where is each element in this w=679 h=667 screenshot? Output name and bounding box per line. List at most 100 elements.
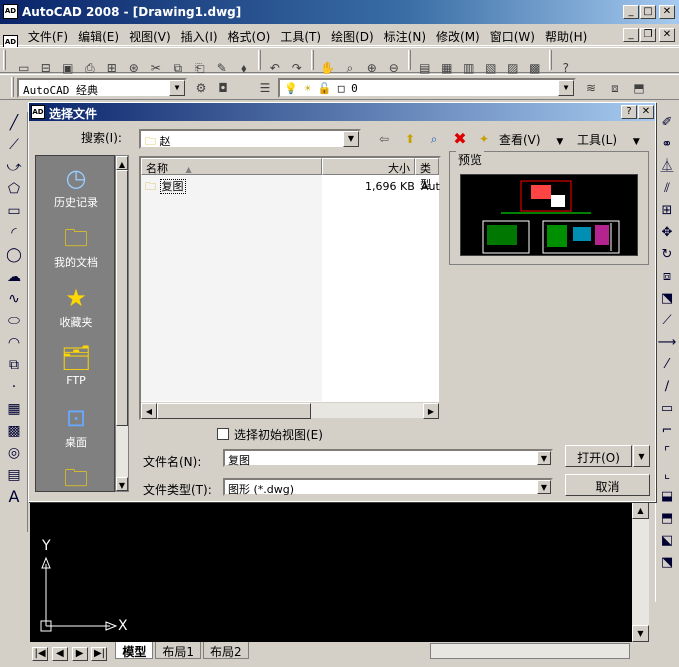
layer-select[interactable]: 💡 ☀ 🔓 □ 0 ▼	[278, 78, 576, 98]
circle-icon[interactable]: ◯	[3, 244, 25, 266]
menu-draw[interactable]: 绘图(D)	[326, 24, 379, 46]
place-desktop[interactable]: ⊡ 桌面	[36, 396, 114, 456]
menu-file[interactable]: 文件(F)	[23, 24, 73, 46]
move-icon[interactable]: ✥	[656, 222, 678, 244]
chevron-down-icon[interactable]: ▼	[537, 451, 551, 465]
canvas-vertical-scrollbar[interactable]: ▲ ▼	[632, 502, 649, 642]
scroll-right-button[interactable]: ▶	[423, 403, 439, 419]
file-list-hscrollbar[interactable]: ◀ ▶	[141, 402, 439, 419]
column-type-header[interactable]: 类型	[415, 158, 439, 191]
spline-icon[interactable]: ∿	[3, 288, 25, 310]
arc-icon[interactable]: ◜	[3, 222, 25, 244]
chevron-down-icon[interactable]: ▼	[343, 131, 359, 147]
filename-input[interactable]: 复图 ▼	[223, 449, 553, 467]
menu-tools[interactable]: 工具(T)	[275, 24, 326, 46]
up-folder-icon[interactable]: ⬆	[401, 130, 419, 148]
dialog-close-button[interactable]: ✕	[638, 105, 654, 119]
gradient-icon[interactable]: ▩	[3, 420, 25, 442]
multiline-text-icon[interactable]: A	[3, 486, 25, 508]
menu-modify[interactable]: 修改(M)	[431, 24, 485, 46]
line-icon[interactable]: ╱	[3, 112, 25, 134]
doc-restore-button[interactable]: ❐	[640, 28, 656, 42]
new-folder-icon[interactable]: ✦	[475, 130, 493, 148]
extend-icon[interactable]: ⟶	[656, 332, 678, 354]
ellipse-arc-icon[interactable]: ◠	[3, 332, 25, 354]
erase-icon[interactable]: ✐	[656, 112, 678, 134]
workspace-select[interactable]: AutoCAD 经典 ▼	[17, 78, 187, 98]
delete-icon[interactable]: ✖	[451, 130, 469, 148]
construction-line-icon[interactable]: ⟋	[3, 134, 25, 156]
polyline-icon[interactable]: ⤻	[3, 156, 25, 178]
place-my-documents[interactable]: 🗀 我的文档	[36, 216, 114, 276]
layer-states-icon[interactable]: ⬒	[630, 79, 648, 97]
rotate-icon[interactable]: ↻	[656, 244, 678, 266]
places-scrollbar[interactable]: ▲ ▼	[115, 155, 129, 492]
array-icon[interactable]: ⊞	[656, 200, 678, 222]
mirror-icon[interactable]: ⏅	[656, 156, 678, 178]
horizontal-scrollbar[interactable]	[430, 643, 630, 659]
layer-manager-icon[interactable]: ☰	[256, 79, 274, 97]
last-tab-button[interactable]: ▶|	[91, 647, 108, 661]
folder-select[interactable]: 🗀 赵 ▼	[139, 129, 361, 149]
place-ftp[interactable]: 🗂 FTP	[36, 336, 114, 396]
chevron-down-icon[interactable]: ▼	[558, 80, 574, 96]
offset-icon[interactable]: ⫽	[656, 178, 678, 200]
menu-window[interactable]: 窗口(W)	[485, 24, 540, 46]
menu-help[interactable]: 帮助(H)	[540, 24, 592, 46]
ellipse-icon[interactable]: ⬭	[3, 310, 25, 332]
make-current-icon[interactable]: ≋	[582, 79, 600, 97]
hatch-icon[interactable]: ▦	[3, 398, 25, 420]
table-row[interactable]: 🗀 复图	[145, 178, 186, 197]
chevron-down-icon[interactable]: ▼	[169, 80, 185, 96]
menu-insert[interactable]: 插入(I)	[176, 24, 223, 46]
column-name-header[interactable]: 名称 ▲	[141, 158, 322, 175]
draworder-icon[interactable]: ⬓	[656, 486, 678, 508]
menu-edit[interactable]: 编辑(E)	[73, 24, 124, 46]
insert-block-icon[interactable]: ⧉	[3, 354, 25, 376]
place-folder[interactable]: 🗀	[36, 456, 114, 491]
maximize-button[interactable]: □	[640, 5, 656, 19]
menu-format[interactable]: 格式(O)	[223, 24, 276, 46]
doc-close-button[interactable]: ✕	[659, 28, 675, 42]
back-icon[interactable]: ⇦	[375, 130, 393, 148]
tab-layout2[interactable]: 布局2	[202, 642, 249, 659]
layer-previous-icon[interactable]: ⧈	[606, 79, 624, 97]
place-history[interactable]: ◷ 历史记录	[36, 156, 114, 216]
scroll-up-button[interactable]: ▲	[632, 502, 649, 519]
place-favorites[interactable]: ★ 收藏夹	[36, 276, 114, 336]
menu-view[interactable]: 视图(V)	[124, 24, 176, 46]
scroll-down-button[interactable]: ▼	[116, 477, 128, 491]
initial-view-checkbox[interactable]	[217, 428, 229, 440]
point-icon[interactable]: ·	[3, 376, 25, 398]
scroll-left-button[interactable]: ◀	[141, 403, 157, 419]
scroll-up-button[interactable]: ▲	[116, 156, 128, 170]
filetype-select[interactable]: 图形 (*.dwg) ▼	[223, 478, 553, 496]
break-icon[interactable]: ∕	[656, 376, 678, 398]
column-size-header[interactable]: 大小	[322, 158, 415, 175]
scale-icon[interactable]: ⧈	[656, 266, 678, 288]
minimize-button[interactable]: _	[623, 5, 639, 19]
open-dropdown-button[interactable]: ▼	[633, 445, 650, 467]
explode-icon[interactable]: ⌞	[656, 464, 678, 486]
scroll-thumb[interactable]	[116, 170, 128, 426]
doc-minimize-button[interactable]: _	[623, 28, 639, 42]
trim-icon[interactable]: ⟋	[656, 310, 678, 332]
cancel-button[interactable]: 取消	[565, 474, 650, 496]
workspace-save-icon[interactable]: ◘	[214, 79, 232, 97]
scroll-thumb[interactable]	[157, 403, 311, 419]
stretch-icon[interactable]: ⬔	[656, 288, 678, 310]
copy-object-icon[interactable]: ⚭	[656, 134, 678, 156]
autocad-app-icon[interactable]: AD	[3, 4, 18, 19]
tab-model[interactable]: 模型	[115, 642, 154, 659]
open-button[interactable]: 打开(O)	[565, 445, 632, 467]
menu-dimension[interactable]: 标注(N)	[379, 24, 431, 46]
close-button[interactable]: ✕	[659, 5, 675, 19]
revision-cloud-icon[interactable]: ☁	[3, 266, 25, 288]
workspace-settings-icon[interactable]: ⚙	[192, 79, 210, 97]
tab-layout1[interactable]: 布局1	[155, 642, 201, 659]
next-tab-button[interactable]: ▶	[71, 647, 88, 661]
first-tab-button[interactable]: |◀	[32, 647, 48, 661]
dialog-help-button[interactable]: ?	[621, 105, 637, 119]
region-icon[interactable]: ◎	[3, 442, 25, 464]
view-menu[interactable]: 查看(V) ▼	[499, 131, 563, 148]
